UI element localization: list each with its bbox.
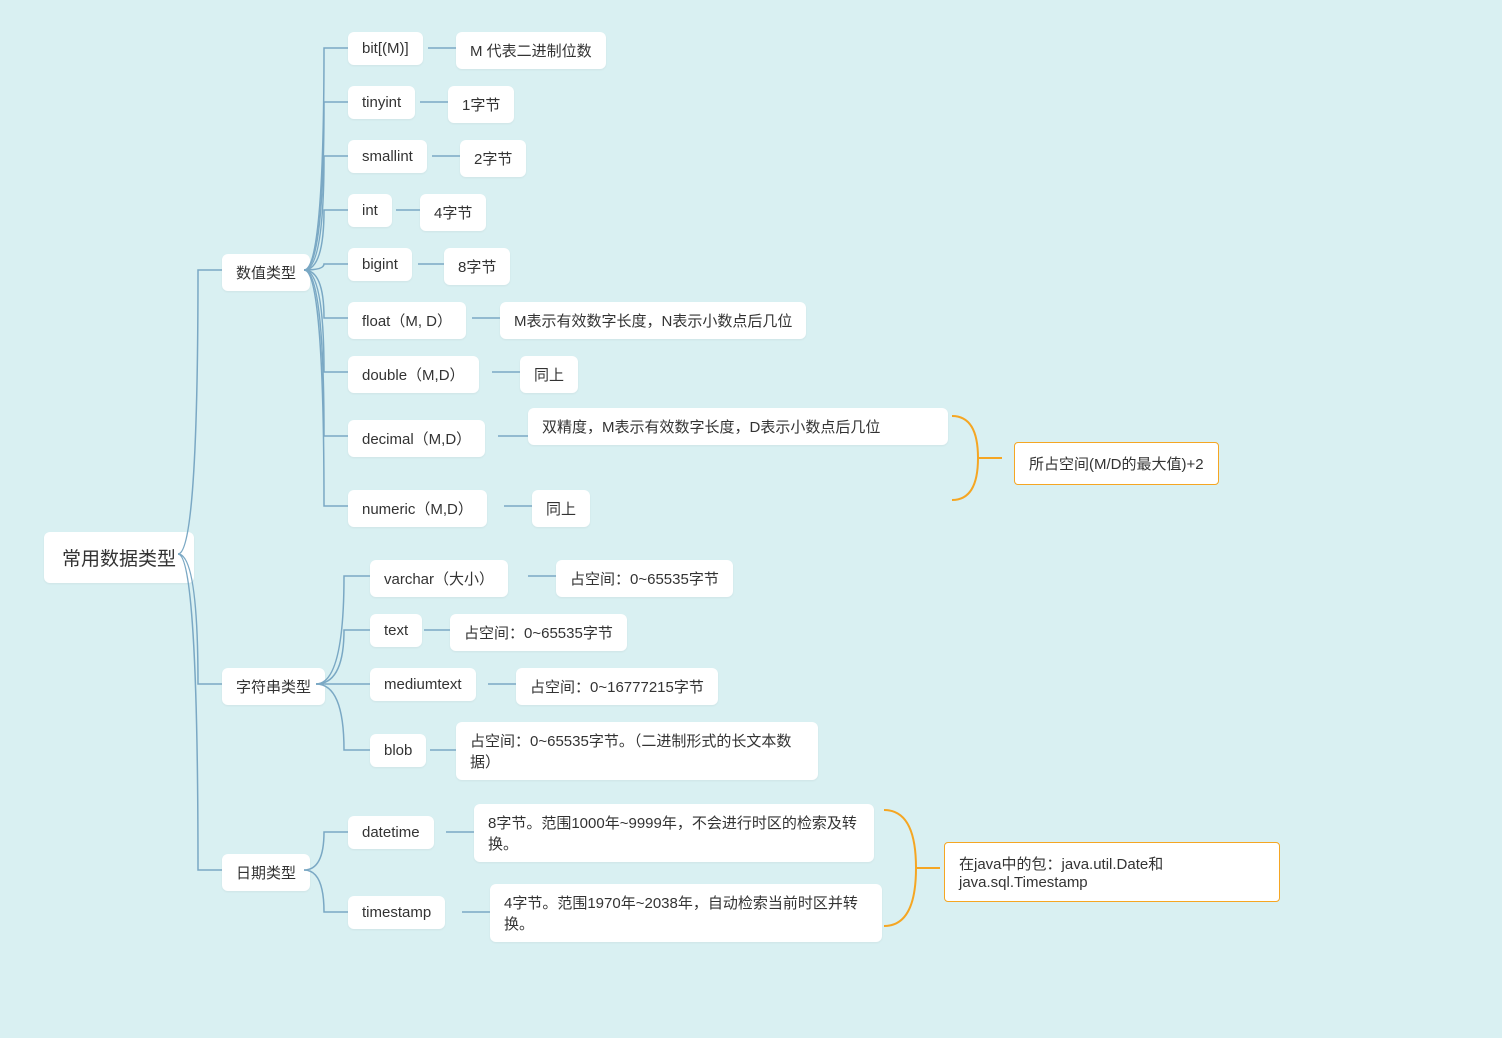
date-timestamp-desc: 4字节。范围1970年~2038年，自动检索当前时区并转换。 (490, 884, 882, 942)
numeric-double[interactable]: double（M,D） (348, 356, 479, 393)
numeric-bit-desc: M 代表二进制位数 (456, 32, 606, 69)
numeric-int[interactable]: int (348, 194, 392, 227)
annotation-date-java: 在java中的包：java.util.Date和java.sql.Timesta… (944, 842, 1280, 902)
date-timestamp[interactable]: timestamp (348, 896, 445, 929)
category-string[interactable]: 字符串类型 (222, 668, 325, 705)
numeric-double-desc: 同上 (520, 356, 578, 393)
numeric-bigint-desc: 8字节 (444, 248, 510, 285)
string-blob[interactable]: blob (370, 734, 426, 767)
numeric-float[interactable]: float（M, D） (348, 302, 466, 339)
root-node[interactable]: 常用数据类型 (44, 532, 194, 583)
string-varchar-desc: 占空间：0~65535字节 (556, 560, 733, 597)
numeric-numeric[interactable]: numeric（M,D） (348, 490, 487, 527)
numeric-bigint[interactable]: bigint (348, 248, 412, 281)
numeric-decimal-desc: 双精度，M表示有效数字长度，D表示小数点后几位 (528, 408, 948, 445)
category-date[interactable]: 日期类型 (222, 854, 310, 891)
numeric-numeric-desc: 同上 (532, 490, 590, 527)
string-mediumtext-desc: 占空间：0~16777215字节 (516, 668, 718, 705)
numeric-int-desc: 4字节 (420, 194, 486, 231)
numeric-bit[interactable]: bit[(M)] (348, 32, 423, 65)
category-numeric[interactable]: 数值类型 (222, 254, 310, 291)
numeric-tinyint[interactable]: tinyint (348, 86, 415, 119)
date-datetime[interactable]: datetime (348, 816, 434, 849)
numeric-tinyint-desc: 1字节 (448, 86, 514, 123)
string-blob-desc: 占空间：0~65535字节。（二进制形式的长文本数据） (456, 722, 818, 780)
numeric-float-desc: M表示有效数字长度，N表示小数点后几位 (500, 302, 806, 339)
numeric-smallint[interactable]: smallint (348, 140, 427, 173)
numeric-decimal[interactable]: decimal（M,D） (348, 420, 485, 457)
numeric-smallint-desc: 2字节 (460, 140, 526, 177)
string-varchar[interactable]: varchar（大小） (370, 560, 508, 597)
string-text-desc: 占空间：0~65535字节 (450, 614, 627, 651)
annotation-decimal-space: 所占空间(M/D的最大值)+2 (1014, 442, 1219, 485)
date-datetime-desc: 8字节。范围1000年~9999年，不会进行时区的检索及转换。 (474, 804, 874, 862)
string-mediumtext[interactable]: mediumtext (370, 668, 476, 701)
string-text[interactable]: text (370, 614, 422, 647)
